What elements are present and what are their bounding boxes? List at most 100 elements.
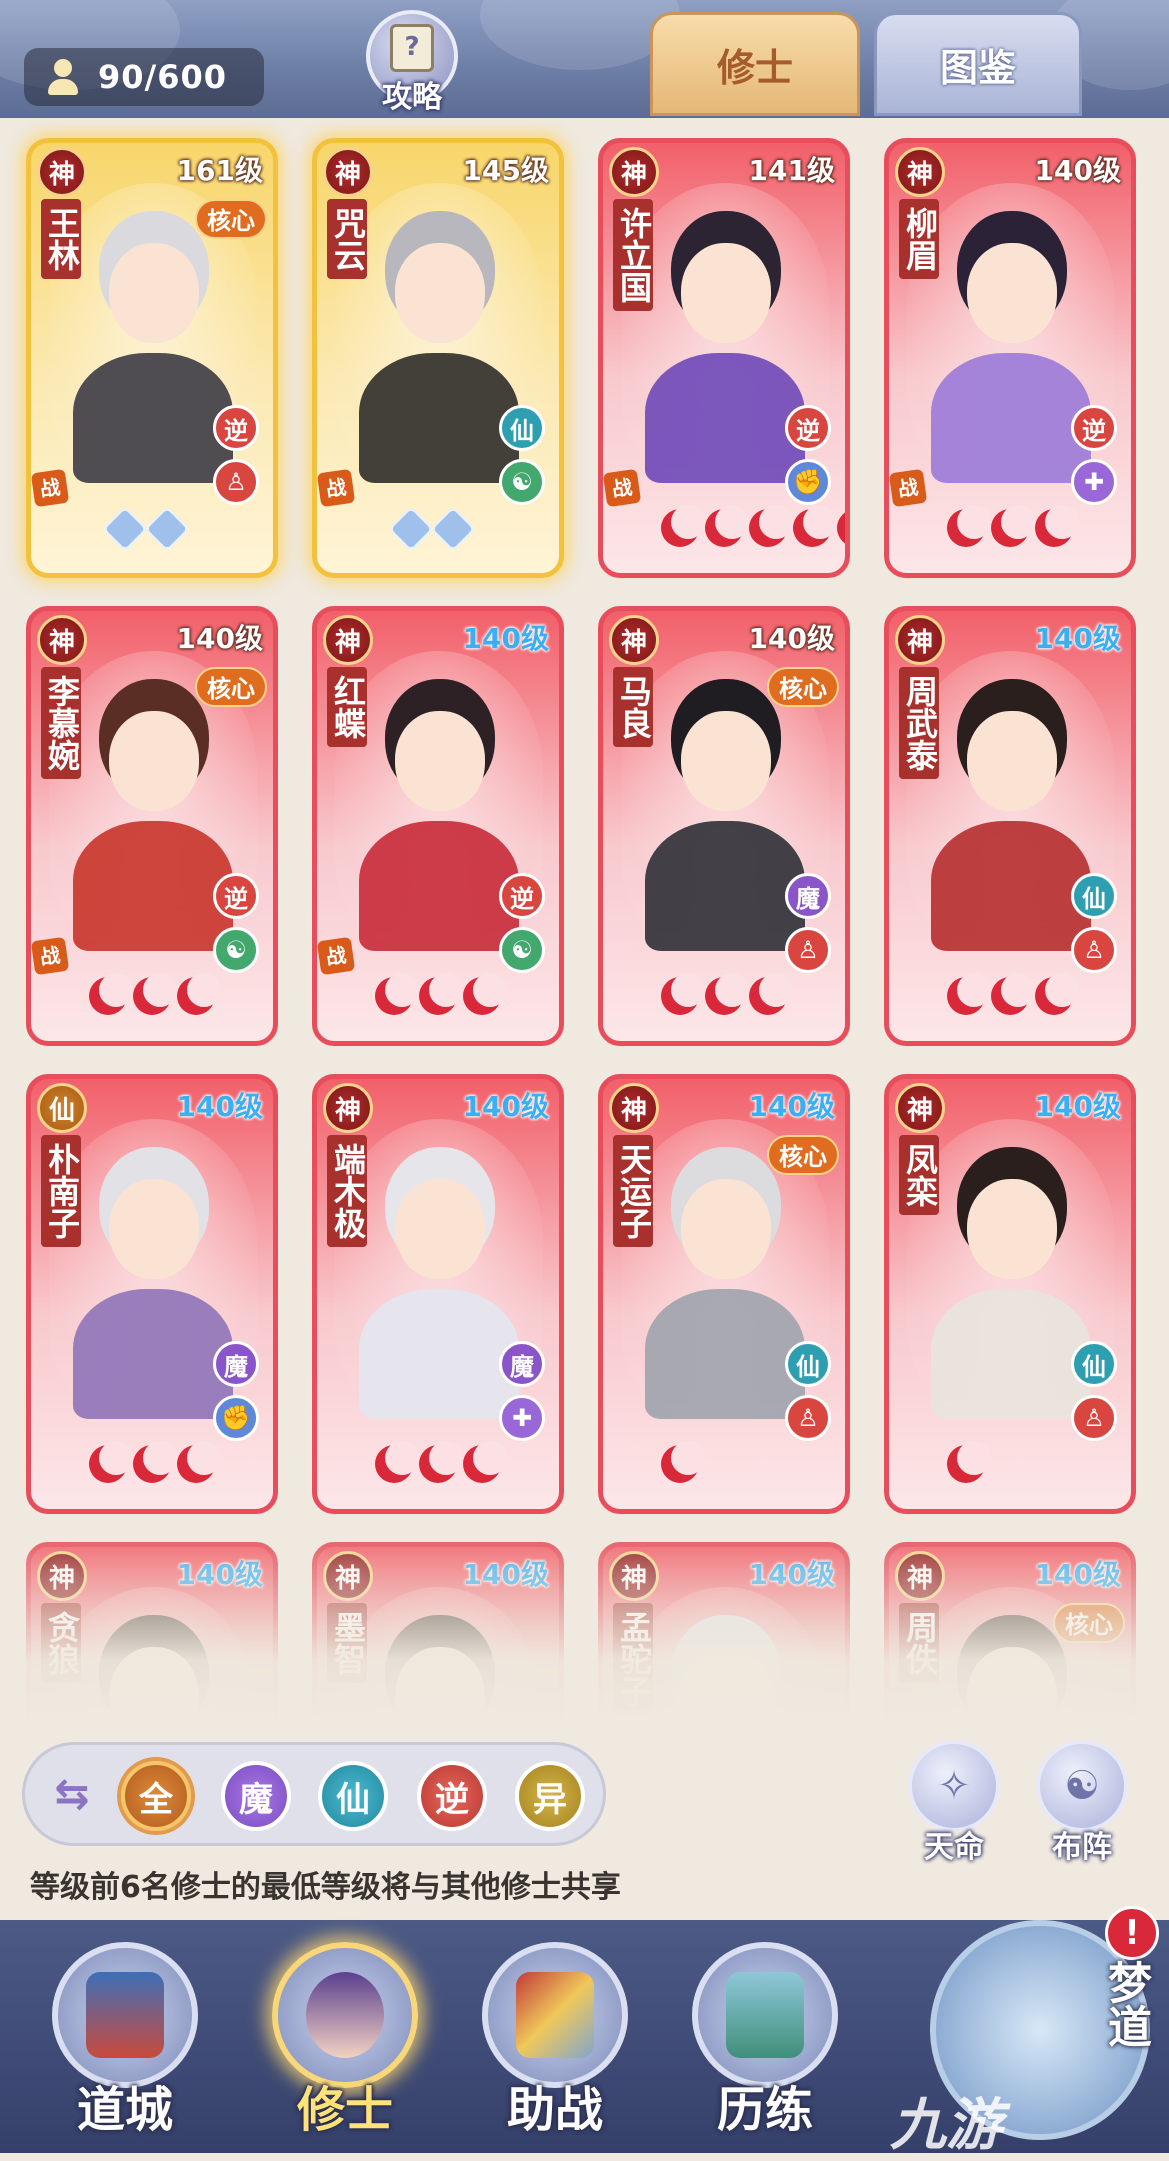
cultivator-card[interactable]: 神 145级 咒云仙 ☯ 战: [312, 138, 564, 578]
character-name: 王林: [41, 199, 81, 279]
body-icon: ♙: [1071, 1395, 1117, 1441]
level-label: 141级: [748, 154, 835, 187]
tab-cultivators[interactable]: 修士: [650, 12, 860, 116]
rank-badge: 神: [895, 615, 945, 665]
cultivator-card[interactable]: 神 140级 天运子 核心仙 ♙: [598, 1074, 850, 1514]
awakening-moons: [89, 1441, 221, 1485]
cultivator-card[interactable]: 神 140级 马良 核心魔 ♙: [598, 606, 850, 1046]
level-label: 140级: [1034, 154, 1121, 187]
moon-icon: [419, 1441, 463, 1483]
swords-icon: [482, 1942, 628, 2088]
nav-training-label: 历练: [716, 2082, 813, 2138]
battle-tag: 战: [603, 468, 642, 508]
formation-label: 布阵: [1052, 1830, 1112, 1865]
character-name: 天运子: [613, 1135, 653, 1247]
fate-button[interactable]: ✧ 天命: [902, 1740, 1006, 1870]
rank-badge: 神: [609, 1083, 659, 1133]
character-name: 端木极: [327, 1135, 367, 1247]
demon-badge: 魔: [499, 1341, 545, 1387]
moon-icon: [661, 973, 705, 1015]
awakening-moons: [375, 1441, 507, 1485]
cultivator-card[interactable]: 仙 140级 朴南子魔 ✊: [26, 1074, 278, 1514]
heal-icon: ✚: [499, 1395, 545, 1441]
rank-badge: 仙: [37, 1083, 87, 1133]
core-tag: 核心: [195, 667, 267, 707]
level-label: 140级: [748, 1090, 835, 1123]
battle-tag: 战: [889, 468, 928, 508]
battle-tag: 战: [317, 936, 356, 976]
moon-icon: [177, 973, 221, 1015]
moon-icon: [705, 505, 749, 547]
filter-demon-button[interactable]: 魔: [221, 1761, 291, 1831]
rank-badge: 神: [609, 615, 659, 665]
immortal-badge: 仙: [1071, 873, 1117, 919]
level-label: 140级: [462, 1090, 549, 1123]
city-icon: [52, 1942, 198, 2088]
cultivator-card[interactable]: 神 140级 红蝶逆 ☯ 战: [312, 606, 564, 1046]
moon-icon: [749, 505, 793, 547]
defiant-badge: 逆: [213, 873, 259, 919]
star-icon: [388, 506, 434, 552]
nav-cultivators[interactable]: 修士: [250, 1920, 440, 2153]
moon-icon: [463, 1441, 507, 1483]
cultivator-card[interactable]: 神 141级 许立国逆 ✊ 战: [598, 138, 850, 578]
swap-icon[interactable]: ⇆: [45, 1767, 99, 1821]
awakening-moons: [661, 1441, 705, 1485]
cultivator-card[interactable]: 神 140级 凤栾仙 ♙: [884, 1074, 1136, 1514]
moon-icon: [133, 1441, 177, 1483]
formation-icon: ☯: [1036, 1740, 1128, 1832]
body-icon: ♙: [1071, 927, 1117, 973]
filter-alien-button[interactable]: 异: [515, 1761, 585, 1831]
body-icon: ♙: [785, 1395, 831, 1441]
nav-city[interactable]: 道城: [30, 1920, 220, 2153]
cultivator-card[interactable]: 神 140级 李慕婉 核心逆 ☯ 战: [26, 606, 278, 1046]
immortal-badge: 仙: [785, 1341, 831, 1387]
grid-fade: [0, 1520, 1169, 1720]
heal-icon: ✚: [1071, 459, 1117, 505]
moon-icon: [661, 505, 705, 547]
moon-icon: [89, 973, 133, 1015]
rank-badge: 神: [323, 615, 373, 665]
arm-icon: ✊: [213, 1395, 259, 1441]
rank-badge: 神: [609, 147, 659, 197]
moon-icon: [793, 505, 837, 547]
nav-assist[interactable]: 助战: [460, 1920, 650, 2153]
yinyang-icon: ☯: [499, 927, 545, 973]
guide-button[interactable]: ? 攻略: [360, 6, 464, 115]
filter-all-button[interactable]: 全: [121, 1761, 191, 1831]
awakening-moons: [661, 505, 845, 549]
body-icon: ♙: [213, 459, 259, 505]
yinyang-icon: ☯: [213, 927, 259, 973]
rank-badge: 神: [37, 147, 87, 197]
moon-icon: [1035, 505, 1079, 547]
tab-codex[interactable]: 图鉴: [874, 12, 1082, 116]
level-label: 140级: [1034, 1090, 1121, 1123]
battle-tag: 战: [317, 468, 356, 508]
level-share-tip: 等级前6名修士的最低等级将与其他修士共享: [30, 1870, 621, 1905]
star-icon: [144, 506, 190, 552]
cultivator-card[interactable]: 神 140级 周武泰仙 ♙: [884, 606, 1136, 1046]
watermark-logo: 九游: [890, 2093, 1002, 2158]
character-name: 红蝶: [327, 667, 367, 747]
level-label: 145级: [462, 154, 549, 187]
fate-label: 天命: [924, 1830, 984, 1865]
filter-defiant-button[interactable]: 逆: [417, 1761, 487, 1831]
cultivator-card[interactable]: 神 140级 端木极魔 ✚: [312, 1074, 564, 1514]
cultivator-card[interactable]: 神 140级 柳眉逆 ✚ 战: [884, 138, 1136, 578]
yinyang-icon: ☯: [499, 459, 545, 505]
cultivator-card[interactable]: 神 161级 王林 核心逆 ♙ 战: [26, 138, 278, 578]
character-name: 柳眉: [899, 199, 939, 279]
formation-button[interactable]: ☯ 布阵: [1030, 1740, 1134, 1870]
arm-icon: ✊: [785, 459, 831, 505]
moon-icon: [661, 1441, 705, 1483]
level-label: 140级: [176, 1090, 263, 1123]
character-name: 周武泰: [899, 667, 939, 779]
body-icon: ♙: [785, 927, 831, 973]
defiant-badge: 逆: [785, 405, 831, 451]
battle-tag: 战: [31, 936, 70, 976]
star-row: [102, 506, 190, 552]
character-name: 朴南子: [41, 1135, 81, 1247]
nav-training[interactable]: 历练: [670, 1920, 860, 2153]
filter-immortal-button[interactable]: 仙: [318, 1761, 388, 1831]
moon-icon: [749, 973, 793, 1015]
